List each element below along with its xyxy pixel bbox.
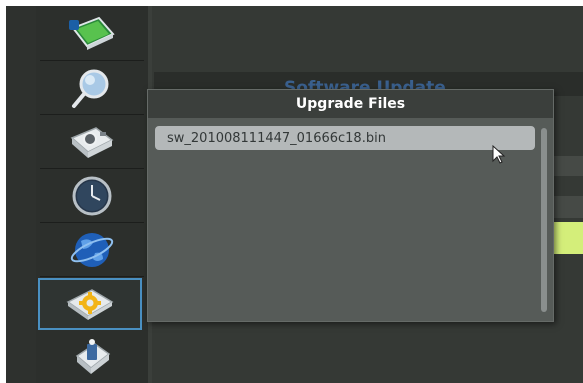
sidebar-menu <box>36 6 148 383</box>
sidebar-item-camera[interactable] <box>40 116 144 169</box>
magnifier-icon <box>70 66 114 110</box>
left-margin <box>6 6 36 383</box>
tv-screen: Software Update Upgrade Files sw_2010081… <box>6 6 583 383</box>
sidebar-item-screen[interactable] <box>40 8 144 61</box>
scrollbar[interactable] <box>541 128 547 312</box>
sidebar-item-info[interactable] <box>40 332 144 383</box>
mouse-cursor-icon <box>492 144 506 170</box>
settings-row <box>554 156 583 176</box>
dialog-header: Upgrade Files <box>148 90 553 118</box>
camera-icon <box>66 122 118 162</box>
sidebar-item-network[interactable] <box>40 224 144 277</box>
document-icon <box>69 336 115 380</box>
sidebar-item-settings[interactable] <box>38 278 142 330</box>
list-item-file[interactable]: sw_201008111447_01666c18.bin <box>155 126 535 150</box>
sidebar-item-search[interactable] <box>40 62 144 115</box>
settings-row-highlighted <box>554 222 583 254</box>
globe-icon <box>69 227 115 273</box>
dialog-title: Upgrade Files <box>295 96 406 112</box>
clock-icon <box>70 174 114 218</box>
screen-icon <box>67 14 117 54</box>
gear-settings-icon <box>64 284 116 324</box>
file-name: sw_201008111447_01666c18.bin <box>167 130 386 146</box>
upgrade-files-dialog: Upgrade Files sw_201008111447_01666c18.b… <box>147 89 554 322</box>
settings-row <box>554 196 583 218</box>
sidebar-item-clock[interactable] <box>40 170 144 223</box>
